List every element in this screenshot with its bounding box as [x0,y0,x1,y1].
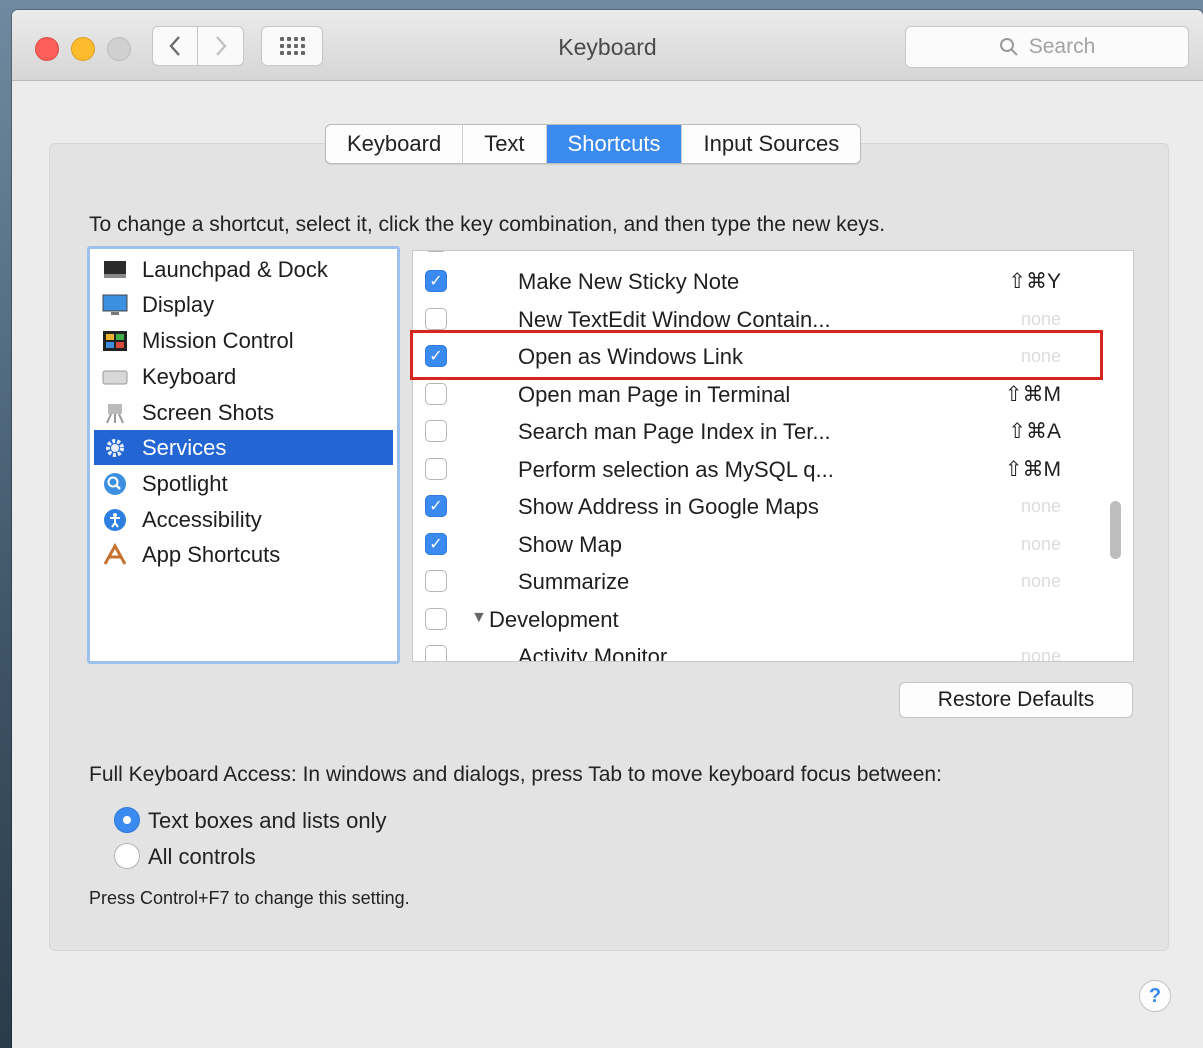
search-icon [999,38,1018,56]
tab-shortcuts[interactable]: Shortcuts [546,125,683,163]
shortcut-row[interactable]: ✓ Show Map none [413,526,1133,563]
category-label: Display [142,291,215,317]
shortcut-label: Show Map [518,532,622,557]
category-services[interactable]: Services [94,430,393,465]
radio-label-all-controls: All controls [148,844,256,869]
radio-text-boxes[interactable] [114,807,140,833]
shortcut-key[interactable]: none [1021,309,1061,330]
mission-control-icon [102,329,128,353]
setting-note: Press Control+F7 to change this setting. [89,888,410,908]
shortcut-row[interactable]: Open man Page in Terminal ⇧⌘M [413,376,1133,413]
accessibility-icon [102,508,128,532]
spotlight-icon [102,472,128,496]
shortcut-checkbox[interactable]: ✓ [425,495,447,517]
shortcut-row[interactable]: Activity Monitor none [413,638,1133,662]
category-keyboard[interactable]: Keyboard [94,359,393,394]
instruction-text: To change a shortcut, select it, click t… [89,213,886,236]
radio-label-text-boxes: Text boxes and lists only [148,808,387,833]
shortcut-row[interactable]: ✓ Show Address in Google Maps none [413,488,1133,525]
shortcut-checkbox[interactable] [425,608,447,630]
title-bar: Keyboard Search [12,10,1203,81]
category-spotlight[interactable]: Spotlight [94,466,393,501]
shortcut-checkbox[interactable] [425,383,447,405]
full-keyboard-access-label: Full Keyboard Access: In windows and dia… [89,763,942,786]
shortcut-group-label: Development [489,607,619,632]
shortcut-key[interactable]: ⇧⌘M [1005,382,1061,407]
highlight-box [410,330,1103,380]
help-button[interactable]: ? [1139,980,1171,1012]
shortcut-label: Show Address in Google Maps [518,494,819,519]
shortcut-label: Perform selection as MySQL q... [518,457,834,482]
keyboard-icon [102,365,128,389]
category-label: Services [142,434,227,460]
shortcut-checkbox[interactable] [425,458,447,480]
tab-text[interactable]: Text [463,125,547,163]
tab-input-sources[interactable]: Input Sources [682,125,860,163]
shortcut-checkbox[interactable]: ✓ [425,270,447,292]
shortcut-row[interactable]: Summarize none [413,563,1133,600]
shortcut-key[interactable]: none [1021,534,1061,555]
category-label: Mission Control [142,327,294,353]
category-mission-control[interactable]: Mission Control [94,323,393,358]
app-shortcuts-icon [102,542,128,567]
shortcut-list[interactable]: ✓ Make New Sticky Note ⇧⌘Y New TextEdit … [412,250,1134,662]
shortcut-key[interactable]: none [1021,646,1061,661]
search-placeholder: Search [1028,35,1096,58]
search-field[interactable]: Search [905,26,1189,68]
shortcut-label: Open man Page in Terminal [518,382,791,407]
shortcut-label: Summarize [518,569,630,594]
shortcut-key[interactable]: ⇧⌘A [1008,419,1061,444]
restore-defaults-button[interactable]: Restore Defaults [899,682,1133,718]
shortcut-checkbox[interactable] [425,420,447,442]
display-icon [102,293,128,317]
category-label: Screen Shots [142,399,275,425]
shortcut-key[interactable]: ⇧⌘M [1005,457,1061,482]
shortcut-label: Search man Page Index in Ter... [518,419,831,444]
shortcut-checkbox[interactable] [425,308,447,330]
shortcut-label: Make New Sticky Note [518,269,740,294]
shortcut-row [413,251,1133,260]
category-label: Spotlight [142,470,228,496]
radio-all-controls[interactable] [114,843,140,869]
shortcut-row[interactable]: ✓ Make New Sticky Note ⇧⌘Y [413,263,1133,300]
category-label: Launchpad & Dock [142,256,328,282]
scrollbar-thumb[interactable] [1110,501,1121,559]
shortcut-row[interactable]: Search man Page Index in Ter... ⇧⌘A [413,413,1133,450]
screen-shots-icon [102,401,128,425]
system-preferences-window: Keyboard Search Keyboard Text Shortcuts … [12,10,1203,1048]
category-label: App Shortcuts [142,541,281,567]
shortcut-row[interactable]: Perform selection as MySQL q... ⇧⌘M [413,451,1133,488]
gear-icon [102,436,128,460]
shortcut-checkbox[interactable] [425,251,447,252]
category-label: Keyboard [142,363,237,389]
category-label: Accessibility [142,506,262,532]
shortcut-key[interactable]: ⇧⌘Y [1008,269,1061,294]
tab-bar: Keyboard Text Shortcuts Input Sources [325,124,862,164]
shortcut-group-row[interactable]: ▼ Development [413,601,1133,638]
category-screen-shots[interactable]: Screen Shots [94,395,393,430]
category-app-shortcuts[interactable]: App Shortcuts [94,537,393,572]
shortcut-checkbox[interactable] [425,570,447,592]
category-launchpad-dock[interactable]: Launchpad & Dock [94,252,393,287]
shortcut-key[interactable]: none [1021,496,1061,517]
tab-keyboard[interactable]: Keyboard [326,125,464,163]
shortcut-checkbox[interactable]: ✓ [425,533,447,555]
category-list[interactable]: Launchpad & Dock Display Mission Control… [87,246,400,664]
shortcut-key[interactable]: none [1021,571,1061,592]
shortcut-checkbox[interactable] [425,645,447,661]
category-display[interactable]: Display [94,287,393,322]
disclosure-triangle-icon[interactable]: ▼ [471,609,487,627]
shortcut-label: Activity Monitor [518,644,668,662]
category-accessibility[interactable]: Accessibility [94,502,393,537]
launchpad-dock-icon [102,258,128,282]
